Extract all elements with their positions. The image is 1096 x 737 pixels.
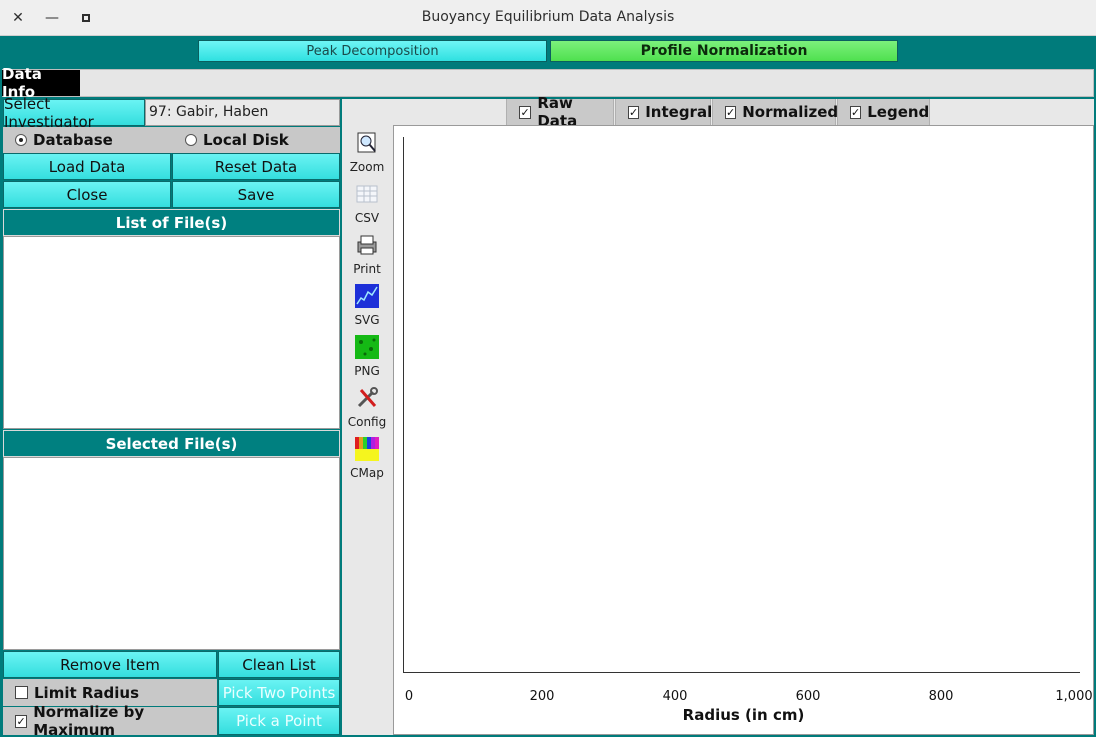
x-axis-label: Radius (in cm) <box>682 706 805 724</box>
normalize-label: Normalize by Maximum <box>33 703 145 737</box>
print-label: Print <box>353 262 381 276</box>
checkbox-checked-icon: ✓ <box>850 105 862 119</box>
svg-tool[interactable]: SVG <box>342 284 392 327</box>
tab-legend[interactable]: ✓ Legend <box>837 99 930 125</box>
remove-item-button[interactable]: Remove Item <box>3 651 217 678</box>
cmap-icon <box>355 437 379 461</box>
x-tick-label: 400 <box>662 689 688 704</box>
x-tick-label: 600 <box>795 689 821 704</box>
radio-icon <box>185 134 197 146</box>
database-radio[interactable]: Database <box>15 131 113 149</box>
print-tool[interactable]: Print <box>342 233 392 276</box>
close-button[interactable]: Close <box>3 181 171 208</box>
tab-normalized[interactable]: ✓ Normalized <box>712 99 839 125</box>
data-info-strip <box>2 69 1094 97</box>
svg-label: SVG <box>354 313 380 327</box>
radio-selected-icon <box>15 134 27 146</box>
cmap-tool[interactable]: CMap <box>342 437 392 480</box>
plot-toolbar: Zoom CSV Print SVG PNG Config CMap <box>342 125 392 735</box>
select-investigator-button[interactable]: Select Investigator <box>3 95 145 131</box>
tab-peak-decomposition[interactable]: Peak Decomposition <box>198 40 547 62</box>
csv-icon <box>356 185 378 203</box>
checkbox-checked-icon: ✓ <box>725 105 737 119</box>
csv-tool[interactable]: CSV <box>342 182 392 225</box>
file-list[interactable] <box>3 236 340 429</box>
list-of-files-header: List of File(s) <box>3 209 340 236</box>
data-info-label: Data Info <box>2 65 80 101</box>
source-selector: Database Local Disk <box>3 127 340 153</box>
csv-label: CSV <box>354 211 380 225</box>
pick-two-points-button[interactable]: Pick Two Points <box>218 679 340 706</box>
integral-label: Integral <box>645 103 713 121</box>
cmap-label: CMap <box>350 466 384 480</box>
clean-list-button[interactable]: Clean List <box>218 651 340 678</box>
svg-icon <box>355 284 379 308</box>
tab-profile-normalization[interactable]: Profile Normalization <box>550 40 898 62</box>
investigator-field[interactable]: 97: Gabir, Haben <box>145 99 340 126</box>
window-title: Buoyancy Equilibrium Data Analysis <box>421 9 675 25</box>
checkbox-checked-icon: ✓ <box>15 714 28 728</box>
config-icon <box>357 387 378 408</box>
png-icon <box>355 335 379 359</box>
checkbox-checked-icon: ✓ <box>519 105 532 119</box>
x-tick-label: 0 <box>404 689 414 704</box>
pick-a-point-button[interactable]: Pick a Point <box>218 707 340 735</box>
normalized-label: Normalized <box>742 103 839 121</box>
tab-integral[interactable]: ✓ Integral <box>615 99 713 125</box>
checkbox-unchecked-icon <box>15 686 28 699</box>
local-disk-label: Local Disk <box>203 131 289 149</box>
zoom-label: Zoom <box>349 160 385 174</box>
zoom-icon <box>357 132 376 153</box>
config-tool[interactable]: Config <box>342 386 392 429</box>
png-tool[interactable]: PNG <box>342 335 392 378</box>
x-tick-label: 200 <box>529 689 555 704</box>
reset-data-button[interactable]: Reset Data <box>172 153 340 180</box>
x-tick-label: 800 <box>928 689 954 704</box>
limit-radius-label: Limit Radius <box>34 683 140 702</box>
limit-radius-checkbox[interactable]: Limit Radius <box>3 679 217 706</box>
plot-axes <box>403 137 1080 673</box>
load-data-button[interactable]: Load Data <box>3 153 171 180</box>
checkbox-checked-icon: ✓ <box>628 105 640 119</box>
zoom-tool[interactable]: Zoom <box>342 131 392 174</box>
local-disk-radio[interactable]: Local Disk <box>185 131 289 149</box>
normalize-by-maximum-checkbox[interactable]: ✓ Normalize by Maximum <box>3 703 217 737</box>
selected-files-header: Selected File(s) <box>3 430 340 457</box>
print-icon <box>357 235 377 255</box>
legend-label: Legend <box>867 103 930 121</box>
x-tick-label: 1,000 <box>1055 689 1093 704</box>
tab-raw-data[interactable]: ✓ Raw Data <box>506 94 614 130</box>
save-button[interactable]: Save <box>172 181 340 208</box>
database-label: Database <box>33 131 113 149</box>
selected-file-list[interactable] <box>3 457 340 650</box>
title-bar: ✕ — Buoyancy Equilibrium Data Analysis <box>0 0 1096 36</box>
config-label: Config <box>347 415 387 429</box>
png-label: PNG <box>354 364 380 378</box>
